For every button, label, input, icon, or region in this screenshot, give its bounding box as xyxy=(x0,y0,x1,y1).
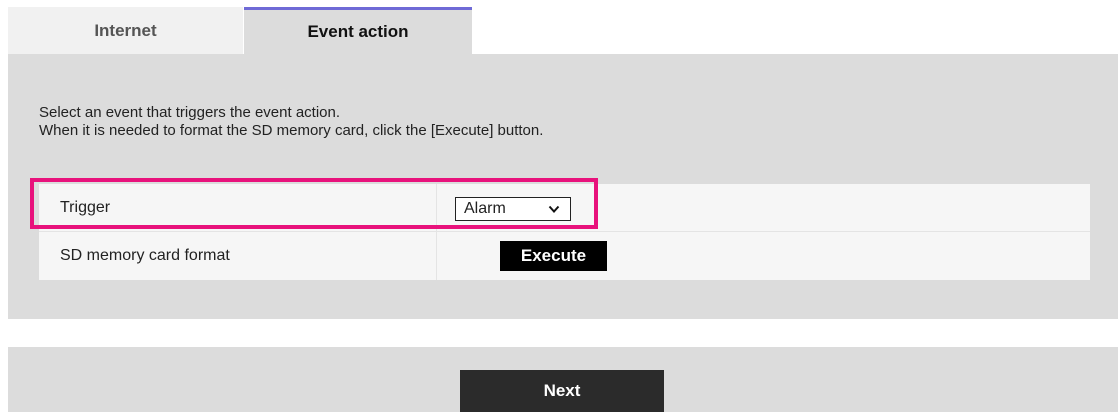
trigger-value-cell: Alarm xyxy=(438,184,1090,231)
trigger-select[interactable]: Alarm xyxy=(455,197,571,221)
sd-format-label: SD memory card format xyxy=(39,232,437,280)
tab-internet[interactable]: Internet xyxy=(8,7,243,54)
event-action-panel: Select an event that triggers the event … xyxy=(8,54,1118,319)
settings-table: Trigger Alarm SD memory card format Exec… xyxy=(39,184,1090,280)
tab-bar: Internet Event action xyxy=(8,7,1118,54)
sd-format-row: SD memory card format Execute xyxy=(39,232,1090,280)
chevron-down-icon xyxy=(548,205,560,213)
description-line-1: Select an event that triggers the event … xyxy=(39,104,341,121)
execute-button[interactable]: Execute xyxy=(500,241,607,271)
description: Select an event that triggers the event … xyxy=(39,104,543,140)
page: Internet Event action Select an event th… xyxy=(0,0,1118,412)
next-button[interactable]: Next xyxy=(460,370,664,412)
trigger-select-value: Alarm xyxy=(464,200,506,217)
footer-panel: Next xyxy=(8,347,1118,412)
sd-format-value-cell: Execute xyxy=(438,232,1090,280)
tab-event-action[interactable]: Event action xyxy=(244,7,472,54)
trigger-label: Trigger xyxy=(39,184,437,231)
description-line-2: When it is needed to format the SD memor… xyxy=(39,122,544,139)
trigger-row: Trigger Alarm xyxy=(39,184,1090,232)
